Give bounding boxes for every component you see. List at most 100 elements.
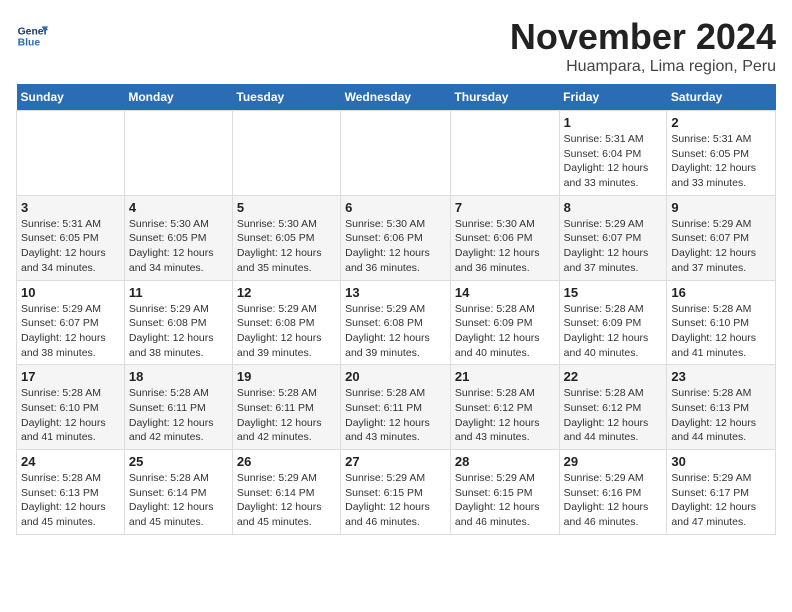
day-info: Sunrise: 5:28 AM Sunset: 6:11 PM Dayligh… (129, 386, 228, 445)
weekday-header-wednesday: Wednesday (341, 84, 451, 111)
calendar-cell: 30 Sunrise: 5:29 AM Sunset: 6:17 PM Dayli… (667, 450, 776, 535)
logo: General Blue (16, 20, 48, 52)
day-info: Sunrise: 5:31 AM Sunset: 6:04 PM Dayligh… (564, 132, 663, 191)
day-info: Sunrise: 5:29 AM Sunset: 6:07 PM Dayligh… (671, 217, 771, 276)
svg-text:Blue: Blue (18, 38, 41, 49)
calendar-cell: 12Sunrise: 5:29 AM Sunset: 6:08 PM Dayli… (232, 280, 340, 365)
calendar-cell (232, 111, 340, 196)
calendar-table: SundayMondayTuesdayWednesdayThursdayFrid… (16, 84, 776, 535)
day-info: Sunrise: 5:29 AM Sunset: 6:14 PM Dayligh… (237, 471, 336, 530)
day-info: Sunrise: 5:29 AM Sunset: 6:08 PM Dayligh… (345, 302, 446, 361)
day-info: Sunrise: 5:30 AM Sunset: 6:06 PM Dayligh… (455, 217, 555, 276)
calendar-cell: 29 Sunrise: 5:29 AM Sunset: 6:16 PM Dayli… (559, 450, 667, 535)
calendar-header-row: SundayMondayTuesdayWednesdayThursdayFrid… (17, 84, 776, 111)
weekday-header-tuesday: Tuesday (232, 84, 340, 111)
calendar-cell: 8 Sunrise: 5:29 AM Sunset: 6:07 PM Daylig… (559, 195, 667, 280)
day-info: Sunrise: 5:28 AM Sunset: 6:11 PM Dayligh… (345, 386, 446, 445)
calendar-week-5: 24Sunrise: 5:28 AM Sunset: 6:13 PM Dayli… (17, 450, 776, 535)
day-number: 16 (671, 285, 771, 300)
calendar-cell: 20Sunrise: 5:28 AM Sunset: 6:11 PM Dayli… (341, 365, 451, 450)
calendar-cell: 7 Sunrise: 5:30 AM Sunset: 6:06 PM Daylig… (450, 195, 559, 280)
day-info: Sunrise: 5:29 AM Sunset: 6:15 PM Dayligh… (455, 471, 555, 530)
weekday-header-saturday: Saturday (667, 84, 776, 111)
day-info: Sunrise: 5:29 AM Sunset: 6:15 PM Dayligh… (345, 471, 446, 530)
day-number: 7 (455, 200, 555, 215)
calendar-cell: 6Sunrise: 5:30 AM Sunset: 6:06 PM Daylig… (341, 195, 451, 280)
calendar-cell: 27 Sunrise: 5:29 AM Sunset: 6:15 PM Dayli… (341, 450, 451, 535)
day-number: 1 (564, 115, 663, 130)
calendar-cell: 5Sunrise: 5:30 AM Sunset: 6:05 PM Daylig… (232, 195, 340, 280)
calendar-cell (450, 111, 559, 196)
day-number: 22 (564, 369, 663, 384)
day-info: Sunrise: 5:28 AM Sunset: 6:12 PM Dayligh… (455, 386, 555, 445)
calendar-cell: 15 Sunrise: 5:28 AM Sunset: 6:09 PM Dayli… (559, 280, 667, 365)
calendar-cell: 18Sunrise: 5:28 AM Sunset: 6:11 PM Dayli… (124, 365, 232, 450)
calendar-cell: 21 Sunrise: 5:28 AM Sunset: 6:12 PM Dayli… (450, 365, 559, 450)
day-number: 14 (455, 285, 555, 300)
day-number: 29 (564, 454, 663, 469)
calendar-cell: 23 Sunrise: 5:28 AM Sunset: 6:13 PM Dayli… (667, 365, 776, 450)
day-number: 5 (237, 200, 336, 215)
calendar-week-2: 3Sunrise: 5:31 AM Sunset: 6:05 PM Daylig… (17, 195, 776, 280)
day-number: 2 (671, 115, 771, 130)
day-info: Sunrise: 5:29 AM Sunset: 6:08 PM Dayligh… (129, 302, 228, 361)
calendar-cell: 10 Sunrise: 5:29 AM Sunset: 6:07 PM Dayli… (17, 280, 125, 365)
header: General Blue November 2024 Huampara, Lim… (16, 16, 776, 76)
day-info: Sunrise: 5:28 AM Sunset: 6:09 PM Dayligh… (455, 302, 555, 361)
day-number: 27 (345, 454, 446, 469)
day-number: 9 (671, 200, 771, 215)
weekday-header-sunday: Sunday (17, 84, 125, 111)
calendar-cell (341, 111, 451, 196)
day-number: 23 (671, 369, 771, 384)
calendar-cell: 28 Sunrise: 5:29 AM Sunset: 6:15 PM Dayli… (450, 450, 559, 535)
day-info: Sunrise: 5:28 AM Sunset: 6:10 PM Dayligh… (21, 386, 120, 445)
calendar-cell: 17 Sunrise: 5:28 AM Sunset: 6:10 PM Dayli… (17, 365, 125, 450)
day-info: Sunrise: 5:28 AM Sunset: 6:09 PM Dayligh… (564, 302, 663, 361)
day-info: Sunrise: 5:29 AM Sunset: 6:17 PM Dayligh… (671, 471, 771, 530)
day-info: Sunrise: 5:28 AM Sunset: 6:13 PM Dayligh… (671, 386, 771, 445)
day-number: 28 (455, 454, 555, 469)
day-info: Sunrise: 5:29 AM Sunset: 6:16 PM Dayligh… (564, 471, 663, 530)
day-number: 24 (21, 454, 120, 469)
day-info: Sunrise: 5:29 AM Sunset: 6:07 PM Dayligh… (564, 217, 663, 276)
calendar-title: November 2024 (510, 16, 776, 58)
day-number: 4 (129, 200, 228, 215)
day-info: Sunrise: 5:28 AM Sunset: 6:11 PM Dayligh… (237, 386, 336, 445)
day-number: 6 (345, 200, 446, 215)
title-area: November 2024 Huampara, Lima region, Per… (510, 16, 776, 76)
calendar-cell: 22 Sunrise: 5:28 AM Sunset: 6:12 PM Dayli… (559, 365, 667, 450)
day-number: 11 (129, 285, 228, 300)
calendar-cell (124, 111, 232, 196)
day-number: 8 (564, 200, 663, 215)
day-number: 21 (455, 369, 555, 384)
day-number: 15 (564, 285, 663, 300)
day-info: Sunrise: 5:28 AM Sunset: 6:14 PM Dayligh… (129, 471, 228, 530)
calendar-cell: 11 Sunrise: 5:29 AM Sunset: 6:08 PM Dayli… (124, 280, 232, 365)
calendar-cell: 14 Sunrise: 5:28 AM Sunset: 6:09 PM Dayli… (450, 280, 559, 365)
weekday-header-friday: Friday (559, 84, 667, 111)
calendar-cell: 19 Sunrise: 5:28 AM Sunset: 6:11 PM Dayli… (232, 365, 340, 450)
day-number: 10 (21, 285, 120, 300)
day-info: Sunrise: 5:30 AM Sunset: 6:05 PM Dayligh… (129, 217, 228, 276)
day-number: 17 (21, 369, 120, 384)
weekday-header-thursday: Thursday (450, 84, 559, 111)
calendar-cell: 16Sunrise: 5:28 AM Sunset: 6:10 PM Dayli… (667, 280, 776, 365)
day-number: 30 (671, 454, 771, 469)
calendar-cell: 4 Sunrise: 5:30 AM Sunset: 6:05 PM Daylig… (124, 195, 232, 280)
day-info: Sunrise: 5:29 AM Sunset: 6:08 PM Dayligh… (237, 302, 336, 361)
day-info: Sunrise: 5:31 AM Sunset: 6:05 PM Dayligh… (21, 217, 120, 276)
calendar-week-4: 17 Sunrise: 5:28 AM Sunset: 6:10 PM Dayli… (17, 365, 776, 450)
day-info: Sunrise: 5:29 AM Sunset: 6:07 PM Dayligh… (21, 302, 120, 361)
logo-icon: General Blue (16, 20, 48, 52)
calendar-cell: 3Sunrise: 5:31 AM Sunset: 6:05 PM Daylig… (17, 195, 125, 280)
calendar-cell: 9 Sunrise: 5:29 AM Sunset: 6:07 PM Daylig… (667, 195, 776, 280)
day-info: Sunrise: 5:31 AM Sunset: 6:05 PM Dayligh… (671, 132, 771, 191)
calendar-body: 1 Sunrise: 5:31 AM Sunset: 6:04 PM Daylig… (17, 111, 776, 535)
day-number: 26 (237, 454, 336, 469)
day-number: 19 (237, 369, 336, 384)
calendar-cell: 26 Sunrise: 5:29 AM Sunset: 6:14 PM Dayli… (232, 450, 340, 535)
calendar-cell: 24Sunrise: 5:28 AM Sunset: 6:13 PM Dayli… (17, 450, 125, 535)
day-info: Sunrise: 5:28 AM Sunset: 6:12 PM Dayligh… (564, 386, 663, 445)
calendar-cell: 2 Sunrise: 5:31 AM Sunset: 6:05 PM Daylig… (667, 111, 776, 196)
calendar-week-3: 10 Sunrise: 5:29 AM Sunset: 6:07 PM Dayli… (17, 280, 776, 365)
